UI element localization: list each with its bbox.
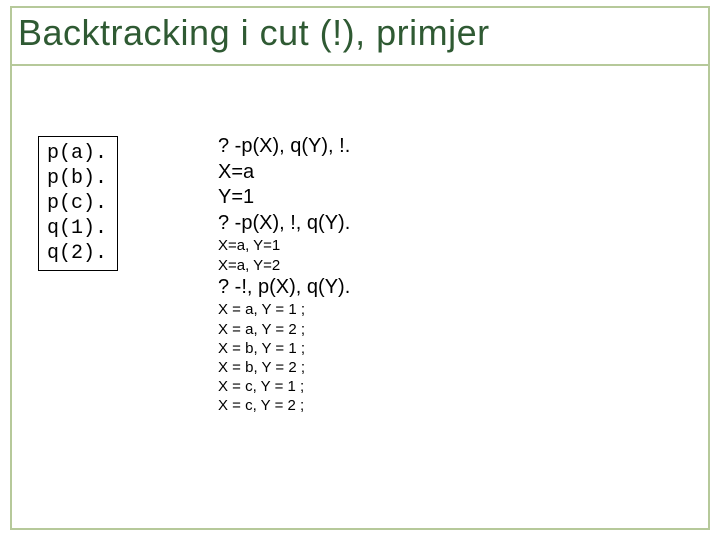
fact-line: p(c). <box>47 192 107 215</box>
title-underline <box>10 64 710 66</box>
fact-line: q(1). <box>47 217 107 240</box>
slide: Backtracking i cut (!), primjer p(a). p(… <box>0 0 720 540</box>
result-line: Y=1 <box>218 185 678 211</box>
slide-title: Backtracking i cut (!), primjer <box>18 12 490 54</box>
fact-line: q(2). <box>47 242 107 265</box>
facts-box: p(a). p(b). p(c). q(1). q(2). <box>38 136 118 271</box>
result-line: X=a, Y=2 <box>218 256 678 275</box>
result-line: X = b, Y = 2 ; <box>218 358 678 377</box>
result-line: X = b, Y = 1 ; <box>218 339 678 358</box>
fact-line: p(a). <box>47 142 107 165</box>
query-line: ? -p(X), !, q(Y). <box>218 211 678 237</box>
query-line: ? -!, p(X), q(Y). <box>218 275 678 301</box>
results-block: ? -p(X), q(Y), !. X=a Y=1 ? -p(X), !, q(… <box>218 134 678 415</box>
result-line: X=a <box>218 160 678 186</box>
result-line: X = c, Y = 1 ; <box>218 377 678 396</box>
result-line: X=a, Y=1 <box>218 236 678 255</box>
result-line: X = a, Y = 2 ; <box>218 320 678 339</box>
result-line: X = c, Y = 2 ; <box>218 396 678 415</box>
query-line: ? -p(X), q(Y), !. <box>218 134 678 160</box>
fact-line: p(b). <box>47 167 107 190</box>
result-line: X = a, Y = 1 ; <box>218 300 678 319</box>
